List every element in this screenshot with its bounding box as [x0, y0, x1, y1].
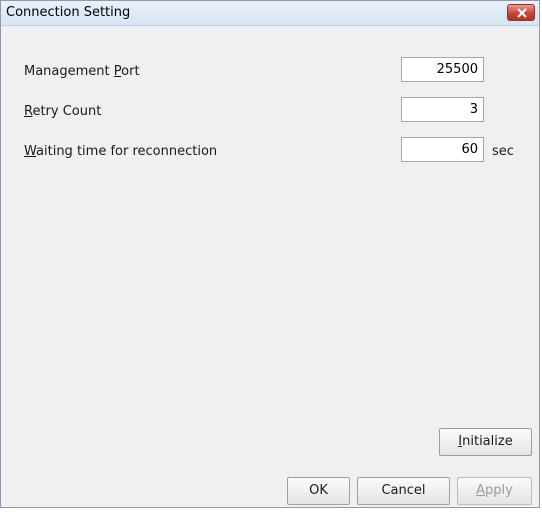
waiting-time-label-rest: aiting time for reconnection	[36, 144, 218, 159]
apply-label: pply	[485, 483, 513, 498]
retry-count-label-rest: etry Count	[32, 104, 102, 119]
dialog-title: Connection Setting	[6, 5, 131, 20]
management-port-label-rest: ort	[121, 64, 140, 79]
waiting-time-mnemonic: W	[24, 144, 37, 159]
initialize-button[interactable]: Initialize	[439, 428, 532, 456]
management-port-label: Management Port	[24, 64, 140, 79]
management-port-input[interactable]: 25500	[401, 57, 484, 82]
waiting-time-input[interactable]: 60	[401, 137, 484, 162]
connection-setting-dialog: Connection Setting Management Port 25500…	[0, 0, 540, 508]
apply-button[interactable]: Apply	[457, 477, 532, 505]
management-port-label-text: Management	[24, 64, 114, 79]
ok-button[interactable]: OK	[287, 477, 350, 505]
close-button[interactable]	[507, 4, 535, 21]
retry-count-label: Retry Count	[24, 104, 101, 119]
waiting-time-label: Waiting time for reconnection	[24, 144, 217, 159]
retry-count-input[interactable]: 3	[401, 97, 484, 122]
cancel-button[interactable]: Cancel	[357, 477, 450, 505]
close-icon	[517, 8, 527, 18]
waiting-time-unit: sec	[492, 144, 514, 159]
apply-mnemonic: A	[476, 483, 486, 498]
initialize-label: nitialize	[462, 434, 513, 449]
title-bar[interactable]: Connection Setting	[1, 1, 539, 26]
